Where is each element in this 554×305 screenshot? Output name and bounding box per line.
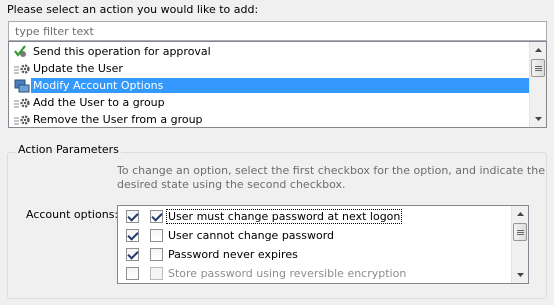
action-item-update-user[interactable]: Update the User: [9, 60, 529, 77]
option-row[interactable]: User must change password at next logon: [118, 207, 511, 225]
gear-icon: [14, 62, 30, 76]
action-item-label: Add the User to a group: [33, 96, 165, 109]
scroll-up-arrow-icon[interactable]: [530, 42, 546, 58]
action-parameters-title: Action Parameters: [16, 143, 121, 156]
option-label: User must change password at next logon: [166, 208, 403, 224]
options-scrollbar[interactable]: [511, 206, 528, 283]
option-row[interactable]: User cannot change password: [118, 226, 511, 244]
prompt-label: Please select an action you would like t…: [7, 3, 259, 16]
action-item-approval[interactable]: Send this operation for approval: [9, 43, 529, 60]
scroll-up-arrow-icon[interactable]: [512, 206, 528, 222]
option-value-checkbox: [150, 266, 163, 280]
actions-scroll-thumb[interactable]: [531, 59, 545, 77]
action-item-label: Modify Account Options: [31, 78, 529, 93]
action-item-label: Remove the User from a group: [33, 113, 203, 126]
option-row[interactable]: Password never expires: [118, 245, 511, 263]
actions-scrollbar[interactable]: [529, 42, 546, 127]
action-item-add-to-group[interactable]: Add the User to a group: [9, 94, 529, 111]
option-enable-checkbox[interactable]: [126, 247, 139, 261]
option-enable-checkbox[interactable]: [126, 266, 139, 280]
gear-icon: [14, 113, 30, 127]
scroll-down-arrow-icon[interactable]: [512, 267, 528, 283]
user-options-icon: [14, 79, 30, 93]
option-value-checkbox[interactable]: [150, 228, 163, 242]
scroll-down-arrow-icon[interactable]: [530, 111, 546, 127]
filter-input[interactable]: [8, 21, 547, 41]
option-label: User cannot change password: [168, 228, 335, 242]
option-row[interactable]: Store password using reversible encrypti…: [118, 264, 511, 282]
option-value-checkbox[interactable]: [150, 247, 163, 261]
option-enable-checkbox[interactable]: [126, 209, 139, 223]
account-options-list[interactable]: User must change password at next logon …: [117, 205, 529, 284]
action-item-label: Update the User: [33, 62, 123, 75]
option-label: Store password using reversible encrypti…: [168, 266, 407, 280]
account-options-label: Account options:: [26, 208, 119, 221]
action-item-label: Send this operation for approval: [33, 45, 211, 58]
option-enable-checkbox[interactable]: [126, 228, 139, 242]
add-action-dialog: Please select an action you would like t…: [0, 0, 554, 305]
gear-icon: [14, 96, 30, 110]
option-value-checkbox[interactable]: [150, 209, 163, 223]
approval-check-icon: [14, 44, 30, 59]
instructions-text: To change an option, select the first ch…: [117, 164, 545, 191]
action-item-modify-account-options[interactable]: Modify Account Options: [9, 77, 529, 94]
actions-list[interactable]: Send this operation for approval Update …: [8, 41, 547, 128]
option-label: Password never expires: [168, 247, 298, 261]
options-scroll-thumb[interactable]: [513, 223, 527, 241]
action-item-remove-from-group[interactable]: Remove the User from a group: [9, 111, 529, 127]
